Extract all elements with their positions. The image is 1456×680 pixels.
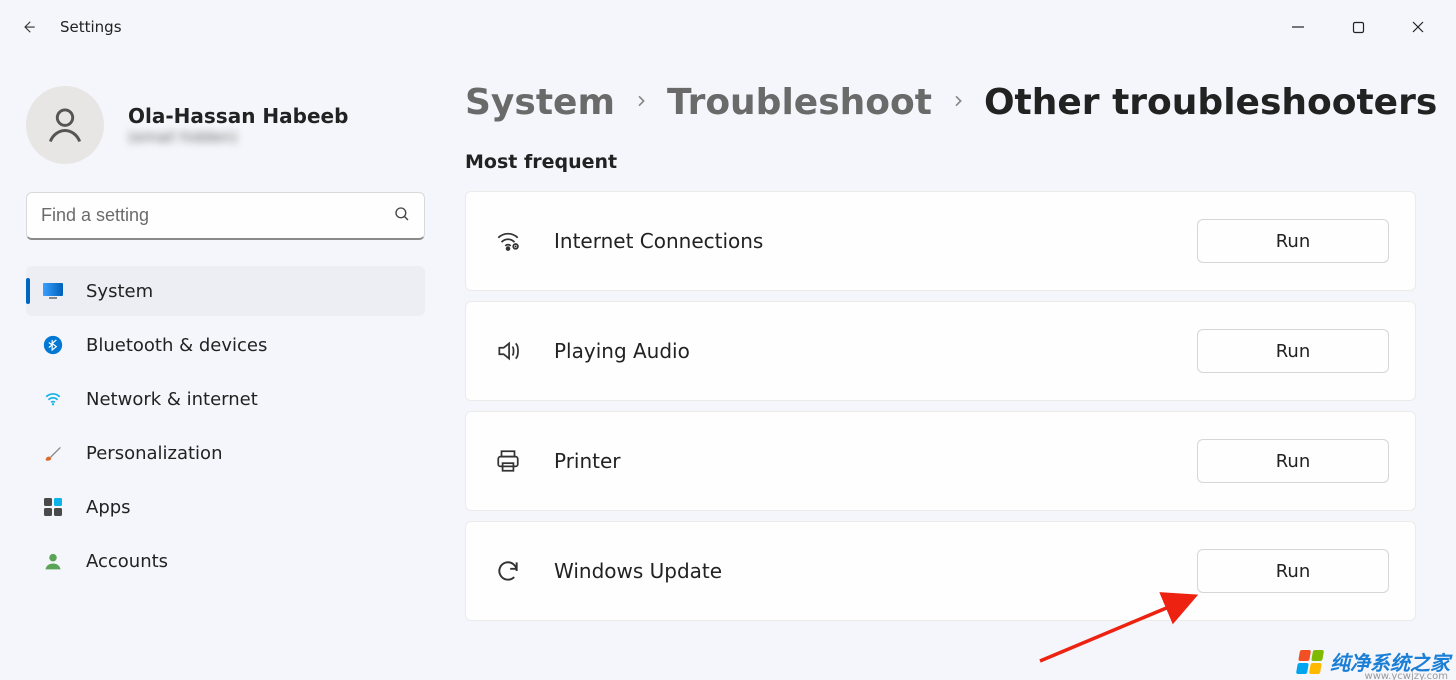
run-button[interactable]: Run (1197, 439, 1389, 483)
search-wrap (26, 192, 425, 240)
run-button[interactable]: Run (1197, 219, 1389, 263)
troubleshooter-windows-update: Windows Update Run (465, 521, 1416, 621)
profile-info: Ola-Hassan Habeeb (email hidden) (128, 104, 348, 146)
printer-icon (492, 445, 524, 477)
titlebar: Settings (0, 0, 1456, 54)
sidebar-item-label: Network & internet (86, 389, 258, 410)
breadcrumb-system[interactable]: System (465, 82, 615, 123)
main-content: System Troubleshoot Other troubleshooter… (445, 54, 1456, 680)
troubleshooter-label: Windows Update (554, 559, 1167, 583)
sidebar-item-label: Apps (86, 497, 131, 518)
content-body: Ola-Hassan Habeeb (email hidden) System (0, 54, 1456, 680)
sidebar-item-bluetooth[interactable]: Bluetooth & devices (26, 320, 425, 370)
back-arrow-icon (19, 18, 37, 36)
run-button[interactable]: Run (1197, 329, 1389, 373)
breadcrumb-troubleshoot[interactable]: Troubleshoot (667, 82, 932, 123)
bluetooth-icon (42, 334, 64, 356)
wifi-icon (42, 388, 64, 410)
update-icon (492, 555, 524, 587)
section-title: Most frequent (465, 151, 1416, 173)
troubleshooter-label: Printer (554, 449, 1167, 473)
app-title: Settings (60, 18, 122, 36)
sidebar-item-label: Accounts (86, 551, 168, 572)
window-controls (1268, 7, 1448, 47)
sidebar-item-apps[interactable]: Apps (26, 482, 425, 532)
sidebar-item-label: Personalization (86, 443, 222, 464)
chevron-right-icon (950, 93, 966, 113)
sidebar-item-accounts[interactable]: Accounts (26, 536, 425, 586)
watermark-logo-icon (1296, 650, 1324, 674)
person-icon (42, 550, 64, 572)
search-input[interactable] (26, 192, 425, 240)
sidebar-nav: System Bluetooth & devices Network & int… (26, 266, 425, 586)
profile-email: (email hidden) (128, 128, 348, 146)
apps-icon (42, 496, 64, 518)
close-icon (1411, 20, 1425, 34)
minimize-button[interactable] (1268, 7, 1328, 47)
run-button[interactable]: Run (1197, 549, 1389, 593)
settings-window: Settings Ola-Hassan Habeeb (email hidd (0, 0, 1456, 680)
sidebar-item-personalization[interactable]: Personalization (26, 428, 425, 478)
back-button[interactable] (8, 7, 48, 47)
troubleshooter-list: Internet Connections Run Playing Audio R… (465, 191, 1416, 621)
minimize-icon (1291, 20, 1305, 34)
maximize-icon (1352, 21, 1365, 34)
troubleshooter-audio: Playing Audio Run (465, 301, 1416, 401)
breadcrumb: System Troubleshoot Other troubleshooter… (465, 82, 1416, 123)
avatar (26, 86, 104, 164)
watermark-url: www.ycwjzy.com (1365, 671, 1448, 680)
profile-block[interactable]: Ola-Hassan Habeeb (email hidden) (26, 78, 425, 164)
close-button[interactable] (1388, 7, 1448, 47)
sidebar-item-system[interactable]: System (26, 266, 425, 316)
sidebar: Ola-Hassan Habeeb (email hidden) System (0, 54, 445, 680)
wifi-diag-icon (492, 225, 524, 257)
sidebar-item-label: System (86, 281, 153, 302)
troubleshooter-printer: Printer Run (465, 411, 1416, 511)
avatar-icon (43, 103, 87, 147)
breadcrumb-current: Other troubleshooters (984, 82, 1437, 123)
maximize-button[interactable] (1328, 7, 1388, 47)
troubleshooter-label: Internet Connections (554, 229, 1167, 253)
troubleshooter-label: Playing Audio (554, 339, 1167, 363)
troubleshooter-internet: Internet Connections Run (465, 191, 1416, 291)
search-icon (393, 205, 411, 227)
sidebar-item-network[interactable]: Network & internet (26, 374, 425, 424)
profile-name: Ola-Hassan Habeeb (128, 104, 348, 128)
chevron-right-icon (633, 93, 649, 113)
monitor-icon (42, 280, 64, 302)
sidebar-item-label: Bluetooth & devices (86, 335, 267, 356)
brush-icon (42, 442, 64, 464)
speaker-icon (492, 335, 524, 367)
